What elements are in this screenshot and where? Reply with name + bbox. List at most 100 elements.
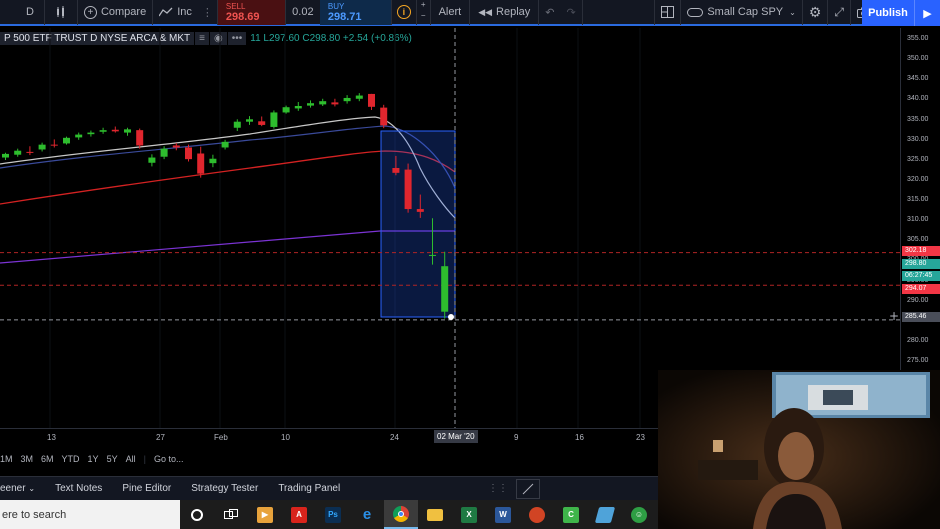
file-explorer-icon[interactable] xyxy=(418,500,452,529)
candle-body xyxy=(87,132,95,135)
price-label: 285.46 xyxy=(902,312,940,322)
tab-pine-editor[interactable]: Pine Editor xyxy=(112,483,181,494)
range-ytd[interactable]: YTD xyxy=(62,454,80,464)
replay-label: Replay xyxy=(496,6,531,18)
fullscreen-icon[interactable]: ⤢ xyxy=(828,0,851,25)
x-tick-label: 23 xyxy=(636,433,645,442)
goto-button[interactable]: Go to... xyxy=(154,454,184,464)
notes-icon[interactable] xyxy=(588,500,622,529)
buy-button[interactable]: BUY 298.71 xyxy=(319,0,392,25)
play-video-icon[interactable]: ▶ xyxy=(914,0,940,26)
y-tick-label: 315.00 xyxy=(907,196,929,203)
word-icon[interactable]: W xyxy=(486,500,520,529)
stepper-plus-icon[interactable]: + xyxy=(421,0,426,10)
buy-label: BUY xyxy=(327,1,345,11)
layout-name: Small Cap SPY xyxy=(707,6,784,18)
x-tick-label: 13 xyxy=(47,433,56,442)
range-all[interactable]: All xyxy=(126,454,136,464)
compare-button[interactable]: + Compare xyxy=(78,0,154,25)
edge-icon[interactable]: e xyxy=(350,500,384,529)
candle-body xyxy=(99,130,107,132)
candle-body xyxy=(355,95,363,99)
x-tick-label: 10 xyxy=(281,433,290,442)
candle-body xyxy=(343,97,351,102)
candle-body xyxy=(148,157,156,163)
settings-gear-icon[interactable]: ⚙ xyxy=(803,0,829,25)
alert-button[interactable]: Alert xyxy=(431,0,471,25)
chevron-down-icon: ⌄ xyxy=(789,7,796,17)
candle-body xyxy=(2,153,9,158)
greenshot-icon[interactable]: ☺ xyxy=(622,500,656,529)
y-tick-label: 355.00 xyxy=(907,35,929,42)
info-icon[interactable]: i xyxy=(392,0,417,25)
chrome-icon[interactable] xyxy=(384,500,418,529)
x-tick-label: 27 xyxy=(156,433,165,442)
price-chart[interactable]: + xyxy=(0,28,900,428)
price-axis[interactable]: 355.00 350.00 345.00 340.00 335.00 330.00 325.… xyxy=(900,28,940,428)
candle-body xyxy=(319,101,327,105)
y-tick-label: 325.00 xyxy=(907,155,929,163)
indicators-icon xyxy=(159,7,173,17)
x-tick-label: 16 xyxy=(575,433,584,442)
drag-handle-icon[interactable]: ⋮ xyxy=(198,0,218,25)
tab-strategy-tester[interactable]: Strategy Tester xyxy=(181,483,268,494)
chart-style-icon[interactable] xyxy=(45,0,78,25)
quantity-stepper[interactable]: + − xyxy=(417,0,431,25)
y-tick-label: 305.00 xyxy=(907,236,929,244)
layout-icon[interactable] xyxy=(654,0,682,25)
candle-body xyxy=(380,107,388,126)
tab-text-notes[interactable]: Text Notes xyxy=(45,483,112,494)
top-toolbar: D + Compare Inc ⋮ SELL 298.69 0.02 BUY 2… xyxy=(0,0,940,26)
y-tick-label: 275.00 xyxy=(907,357,929,364)
maximize-panel-icon[interactable] xyxy=(516,478,540,499)
cortana-icon[interactable] xyxy=(180,500,214,529)
crosshair-date-label: 02 Mar '20 xyxy=(434,430,478,443)
x-tick-label: 24 xyxy=(390,433,399,442)
range-3m[interactable]: 3M xyxy=(21,454,34,464)
publish-button[interactable]: Publish xyxy=(862,0,914,26)
redo-icon[interactable]: ↷ xyxy=(561,0,583,25)
x-tick-label: 9 xyxy=(514,433,519,442)
crosshair-plus-icon[interactable]: + xyxy=(889,309,899,323)
camtasia-icon[interactable]: C xyxy=(554,500,588,529)
excel-icon[interactable]: X xyxy=(452,500,486,529)
panel-drag-icon[interactable]: ⋮⋮ xyxy=(488,483,508,494)
range-6m[interactable]: 6M xyxy=(41,454,54,464)
photoshop-icon[interactable]: Ps xyxy=(316,500,350,529)
crosshair-dot xyxy=(448,314,454,320)
price-label: 302.18 xyxy=(902,246,940,256)
sell-label: SELL xyxy=(225,1,246,11)
candle-body xyxy=(172,145,180,148)
y-tick-label: 290.00 xyxy=(907,296,929,304)
tab-screener[interactable]: eener ⌄ xyxy=(0,483,45,494)
candle-body xyxy=(221,141,229,148)
cloud-icon xyxy=(687,7,704,17)
candle-body xyxy=(307,103,314,106)
tab-trading-panel[interactable]: Trading Panel xyxy=(268,483,350,494)
undo-icon[interactable]: ↶ xyxy=(539,0,560,25)
task-view-icon[interactable] xyxy=(214,500,248,529)
sell-button[interactable]: SELL 298.69 xyxy=(217,0,286,25)
range-1y[interactable]: 1Y xyxy=(88,454,99,464)
layout-selector[interactable]: Small Cap SPY ⌄ xyxy=(681,0,803,25)
interval-button[interactable]: D xyxy=(0,0,45,25)
media-icon[interactable]: ▶ xyxy=(248,500,282,529)
range-5y[interactable]: 5Y xyxy=(107,454,118,464)
replay-button[interactable]: ◀◀ Replay xyxy=(470,0,540,25)
powerpoint-icon[interactable] xyxy=(520,500,554,529)
tradingview-window: D + Compare Inc ⋮ SELL 298.69 0.02 BUY 2… xyxy=(0,0,940,529)
x-tick-label: Feb xyxy=(214,433,228,442)
compare-label: Compare xyxy=(100,6,147,18)
candle-body xyxy=(209,158,217,164)
acrobat-icon[interactable]: A xyxy=(282,500,316,529)
range-1m[interactable]: 1M xyxy=(0,454,13,464)
price-label: 294.07 xyxy=(902,284,940,294)
taskbar-search-input[interactable]: ere to search xyxy=(0,500,180,529)
indicators-button[interactable]: Inc xyxy=(153,0,198,25)
candle-body xyxy=(368,93,375,107)
price-label: 298.80 xyxy=(902,259,940,269)
time-axis[interactable]: 13 27 Feb 10 24 9 16 23 02 Mar '20 xyxy=(0,428,660,445)
vertical-gridlines xyxy=(49,28,641,428)
stepper-minus-icon[interactable]: − xyxy=(421,10,426,21)
candle-body xyxy=(63,137,70,144)
